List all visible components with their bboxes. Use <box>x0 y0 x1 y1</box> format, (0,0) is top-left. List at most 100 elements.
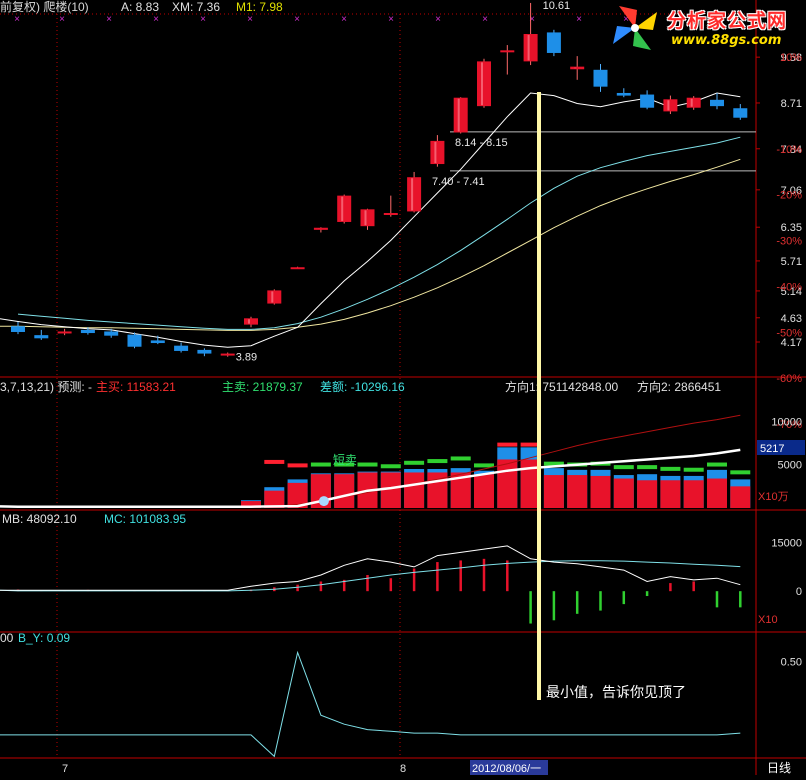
chart-svg: ××××××××××××××××9.588.717.847.066.355.71… <box>0 0 806 775</box>
candle-body <box>594 70 608 87</box>
candle <box>547 30 561 56</box>
candle-highlight <box>691 99 693 107</box>
top-marker: × <box>247 14 253 25</box>
vol-red-bar <box>404 472 424 508</box>
range-annotation-lower: 7.40 - 7.41 <box>432 176 485 188</box>
vol-top-mark <box>404 461 424 465</box>
vol-axis-label: 10000 <box>771 416 802 428</box>
vol-red-bar <box>497 459 517 508</box>
percent-axis-label: -10% <box>776 144 802 156</box>
top-marker: × <box>106 14 112 25</box>
vol-top-mark <box>614 465 634 469</box>
by-value: B_Y: 0.09 <box>18 631 70 645</box>
percent-axis-label: -50% <box>776 327 802 339</box>
site-logo: 分析家公式网 www.88gs.com <box>605 2 803 54</box>
top-marker: × <box>59 14 65 25</box>
m1-value: M1: 7.98 <box>236 0 283 14</box>
candle-highlight <box>271 291 273 302</box>
candle-highlight <box>528 35 530 60</box>
vol-main-sell: 主卖: 21879.37 <box>222 380 303 394</box>
candle <box>267 289 281 304</box>
by-annotation: 最小值，告诉你见顶了 <box>546 684 686 700</box>
vol-top-mark <box>264 460 284 464</box>
vol-top-mark <box>637 465 657 469</box>
mb-axis-label: 0 <box>796 586 802 598</box>
candle <box>128 333 142 349</box>
xm-value: XM: 7.36 <box>172 0 220 14</box>
vol-top-mark <box>707 463 727 467</box>
vol-red-bar <box>474 474 494 508</box>
candle-body <box>197 350 211 354</box>
vol-top-mark <box>497 443 517 447</box>
candle-body <box>500 50 514 52</box>
price-axis-label: 6.35 <box>781 222 802 234</box>
candle-highlight <box>458 99 460 132</box>
high-annotation: 10.61 <box>543 0 571 12</box>
candle <box>570 56 584 80</box>
top-marker: × <box>341 14 347 25</box>
candle-body <box>640 95 654 108</box>
candle-body <box>617 93 631 96</box>
mb-white-line <box>0 546 740 590</box>
x-axis-date: 2012/08/06/一 <box>472 763 541 775</box>
top-marker: × <box>482 14 488 25</box>
percent-axis-label: -40% <box>776 281 802 293</box>
candle-body <box>81 330 95 333</box>
vol-red-bar <box>591 476 611 508</box>
candle <box>617 88 631 97</box>
candle-body <box>151 340 165 343</box>
candle <box>454 97 468 133</box>
candle <box>594 64 608 92</box>
ma-yellow-line <box>0 159 740 330</box>
candle <box>663 96 677 114</box>
candle-highlight <box>667 100 669 110</box>
vol-top-mark <box>474 463 494 467</box>
percent-axis-label: -20% <box>776 190 802 202</box>
candle-body <box>337 196 351 222</box>
candle <box>477 59 491 108</box>
candle-body <box>710 100 724 106</box>
candle-body <box>58 331 72 333</box>
candle-highlight <box>574 68 576 69</box>
candle-body <box>267 290 281 303</box>
by-axis-label: 0.50 <box>781 656 802 668</box>
candle <box>524 3 538 65</box>
candle <box>58 329 72 335</box>
vol-main-buy: 主买: 11583.21 <box>96 380 176 394</box>
ma-cyan-line <box>18 137 740 329</box>
candle <box>710 93 724 109</box>
vol-red-bar <box>544 475 564 508</box>
vol-direction-2: 方向2: 2866451 <box>637 379 721 394</box>
percent-axis-label: -60% <box>776 373 802 385</box>
vol-red-bar <box>567 475 587 508</box>
mb-value: MB: 48092.10 <box>2 512 77 526</box>
x-axis-label: 8 <box>400 763 406 775</box>
candle-highlight <box>411 178 413 210</box>
candle-body <box>104 331 118 335</box>
candle <box>384 196 398 217</box>
vol-top-mark <box>288 463 308 467</box>
vol-red-bar <box>660 480 680 508</box>
vol-red-bar <box>637 480 657 508</box>
candle <box>11 322 25 334</box>
candle-body <box>663 99 677 111</box>
mc-value: MC: 101083.95 <box>104 512 186 526</box>
mb-cyan-line <box>0 561 740 591</box>
indicator-title: 前复权) 爬楼(10) <box>0 0 89 14</box>
vol-red-bar <box>707 479 727 508</box>
price-axis-label: 5.71 <box>781 256 802 268</box>
candle <box>640 90 654 109</box>
logo-pinwheel-icon <box>605 2 665 54</box>
a-value: A: 8.83 <box>121 0 159 14</box>
candle-highlight <box>365 210 367 225</box>
chart-stage: ××××××××××××××××9.588.717.847.066.355.71… <box>0 0 806 775</box>
top-marker: × <box>14 14 20 25</box>
x-axis-label: 7 <box>62 763 68 775</box>
vol-top-mark <box>358 463 378 467</box>
vol-top-mark <box>381 464 401 468</box>
vol-top-mark <box>311 463 331 467</box>
candle-body <box>128 335 142 347</box>
x-axis-period: 日线 <box>767 761 791 775</box>
candle-body <box>547 32 561 53</box>
candle-body <box>687 98 701 108</box>
